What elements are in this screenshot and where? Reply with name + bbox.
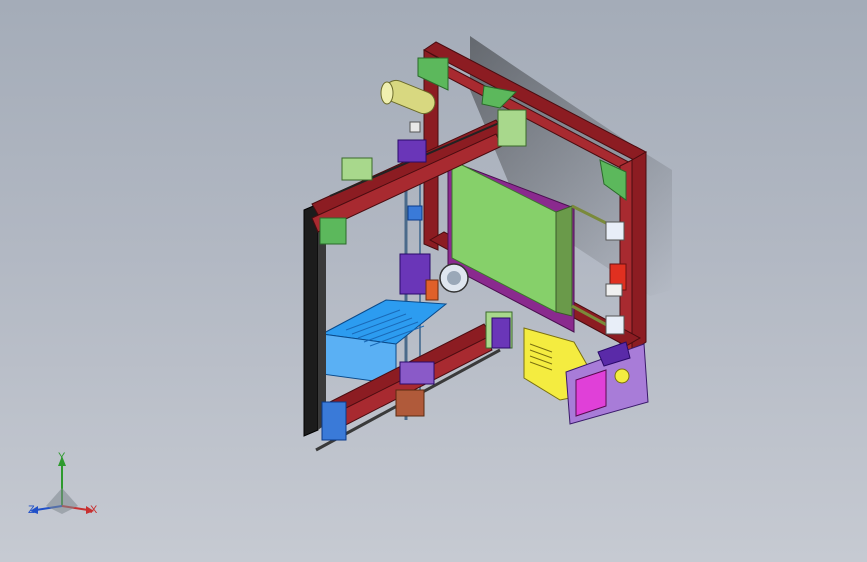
top-carriage[interactable]	[397, 139, 427, 163]
y-axis-label: Y	[58, 451, 66, 463]
spool-clip[interactable]	[409, 121, 421, 133]
axis-triad: Y Z X	[24, 448, 108, 524]
lcd-knob[interactable]	[614, 368, 630, 384]
cad-graphics-viewport[interactable]: Y Z X	[0, 0, 867, 562]
motor-mount-lower[interactable]	[321, 401, 347, 441]
frame-right-post[interactable]	[631, 151, 647, 353]
lower-carriage[interactable]	[399, 361, 435, 385]
x-axis-label: X	[90, 504, 98, 516]
rod-mount-upper[interactable]	[605, 221, 625, 241]
hotend-nozzle[interactable]	[425, 279, 439, 301]
left-upright[interactable]	[303, 203, 319, 437]
motor-left-top[interactable]	[341, 157, 373, 181]
bed-edge[interactable]	[555, 205, 573, 317]
hotend-bracket-blue[interactable]	[407, 205, 423, 221]
z-axis-label: Z	[28, 504, 35, 516]
triad-cone-icon	[46, 488, 78, 514]
mid-bracket-purple[interactable]	[491, 317, 511, 349]
fan-hub	[447, 271, 461, 285]
motor-mount-left[interactable]	[319, 217, 347, 245]
motor-y-top[interactable]	[497, 109, 527, 147]
rod-mount-lower[interactable]	[605, 315, 625, 335]
printer-assembly-model[interactable]	[0, 0, 867, 562]
y-idler-block[interactable]	[395, 389, 425, 417]
belt-clip[interactable]	[605, 283, 623, 297]
